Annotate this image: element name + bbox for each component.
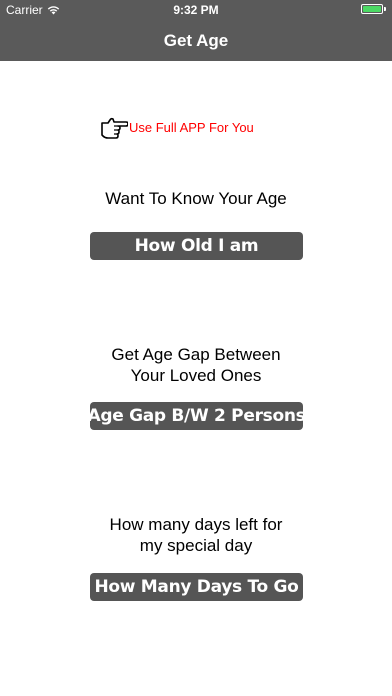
section-gap-label: Get Age Gap Between Your Loved Ones (0, 344, 392, 386)
section-days-label-line2: my special day (139, 536, 253, 555)
status-right (361, 4, 386, 14)
section-days-label-line1: How many days left for (109, 515, 283, 534)
battery-tip (384, 7, 386, 11)
section-age-label-line1: Want To Know Your Age (105, 189, 287, 208)
age-gap-button[interactable]: Age Gap B/W 2 Persons (88, 402, 306, 430)
status-bar: Carrier 9:32 PM (0, 0, 392, 20)
section-gap-label-line2: Your Loved Ones (130, 366, 262, 385)
section-days-label: How many days left for my special day (0, 514, 392, 556)
promo-link[interactable]: Use Full APP For You (100, 114, 254, 140)
section-gap-label-line1: Get Age Gap Between (111, 345, 281, 364)
pointing-hand-icon (101, 117, 128, 139)
how-old-button[interactable]: How Old I am (90, 232, 303, 260)
days-to-go-button[interactable]: How Many Days To Go (90, 573, 303, 601)
battery-icon (361, 4, 383, 14)
battery-fill (363, 6, 381, 12)
section-age-label: Want To Know Your Age (0, 188, 392, 209)
status-time: 9:32 PM (173, 3, 219, 17)
nav-bar: Get Age (0, 20, 392, 61)
nav-title: Get Age (163, 30, 229, 50)
promo-text: Use Full APP For You (129, 119, 254, 135)
